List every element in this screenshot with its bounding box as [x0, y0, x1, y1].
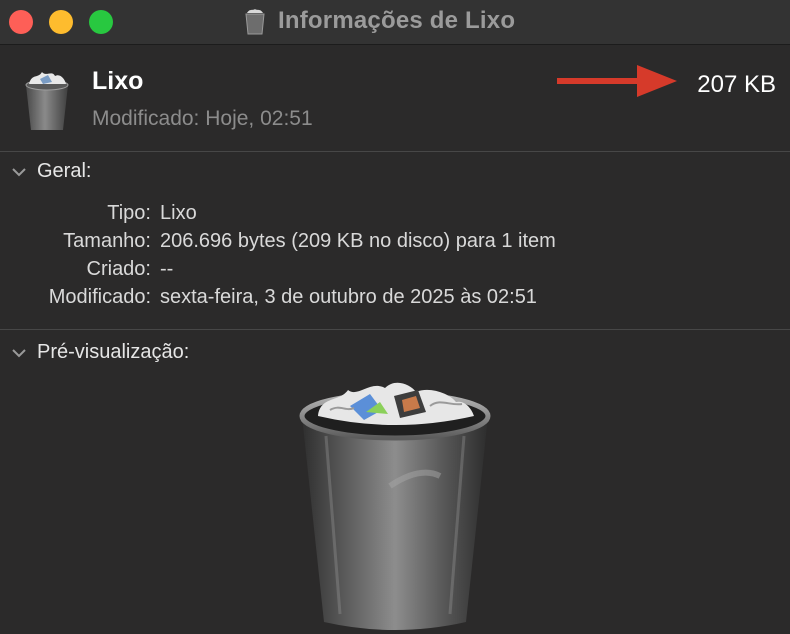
info-row-modified: Modificado: sexta-feira, 3 de outubro de… [0, 286, 790, 314]
info-window: Informações de Lixo Lixo Modificado: Hoj… [0, 0, 790, 634]
preview-section-toggle[interactable]: Pré-visualização: [10, 341, 189, 364]
file-header: Lixo Modificado: Hoje, 02:51 207 KB [0, 45, 790, 152]
file-size: 207 KB [697, 71, 776, 98]
preview-section-heading: Pré-visualização: [37, 341, 190, 363]
info-value: -- [160, 258, 174, 280]
chevron-down-icon [12, 348, 26, 357]
info-label: Tipo: [107, 202, 151, 224]
info-value: 206.696 bytes (209 KB no disco) para 1 i… [160, 230, 556, 252]
file-modified-date: Modificado: Hoje, 02:51 [92, 107, 313, 130]
minimize-button[interactable] [49, 10, 73, 34]
info-row-type: Tipo: Lixo [0, 202, 790, 230]
info-row-created: Criado: -- [0, 258, 790, 286]
info-label: Tamanho: [63, 230, 151, 252]
info-label: Modificado: [48, 286, 151, 308]
trash-icon [245, 9, 265, 35]
section-divider [0, 329, 790, 330]
chevron-down-icon [12, 167, 26, 176]
title-bar[interactable]: Informações de Lixo [0, 0, 790, 45]
zoom-button[interactable] [89, 10, 113, 34]
window-title-group: Informações de Lixo [244, 5, 515, 37]
red-arrow-icon [557, 65, 677, 97]
info-value: Lixo [160, 202, 197, 224]
close-button[interactable] [9, 10, 33, 34]
info-label: Criado: [86, 258, 151, 280]
general-section-heading: Geral: [37, 160, 92, 182]
trash-full-icon [299, 382, 491, 630]
trash-full-icon [25, 72, 69, 130]
info-value: sexta-feira, 3 de outubro de 2025 às 02:… [160, 286, 537, 308]
general-info-grid: Tipo: Lixo Tamanho: 206.696 bytes (209 K… [0, 202, 790, 314]
file-name: Lixo [92, 67, 144, 95]
info-row-size: Tamanho: 206.696 bytes (209 KB no disco)… [0, 230, 790, 258]
general-section-toggle[interactable]: Geral: [10, 160, 91, 183]
window-title: Informações de Lixo [278, 7, 516, 34]
